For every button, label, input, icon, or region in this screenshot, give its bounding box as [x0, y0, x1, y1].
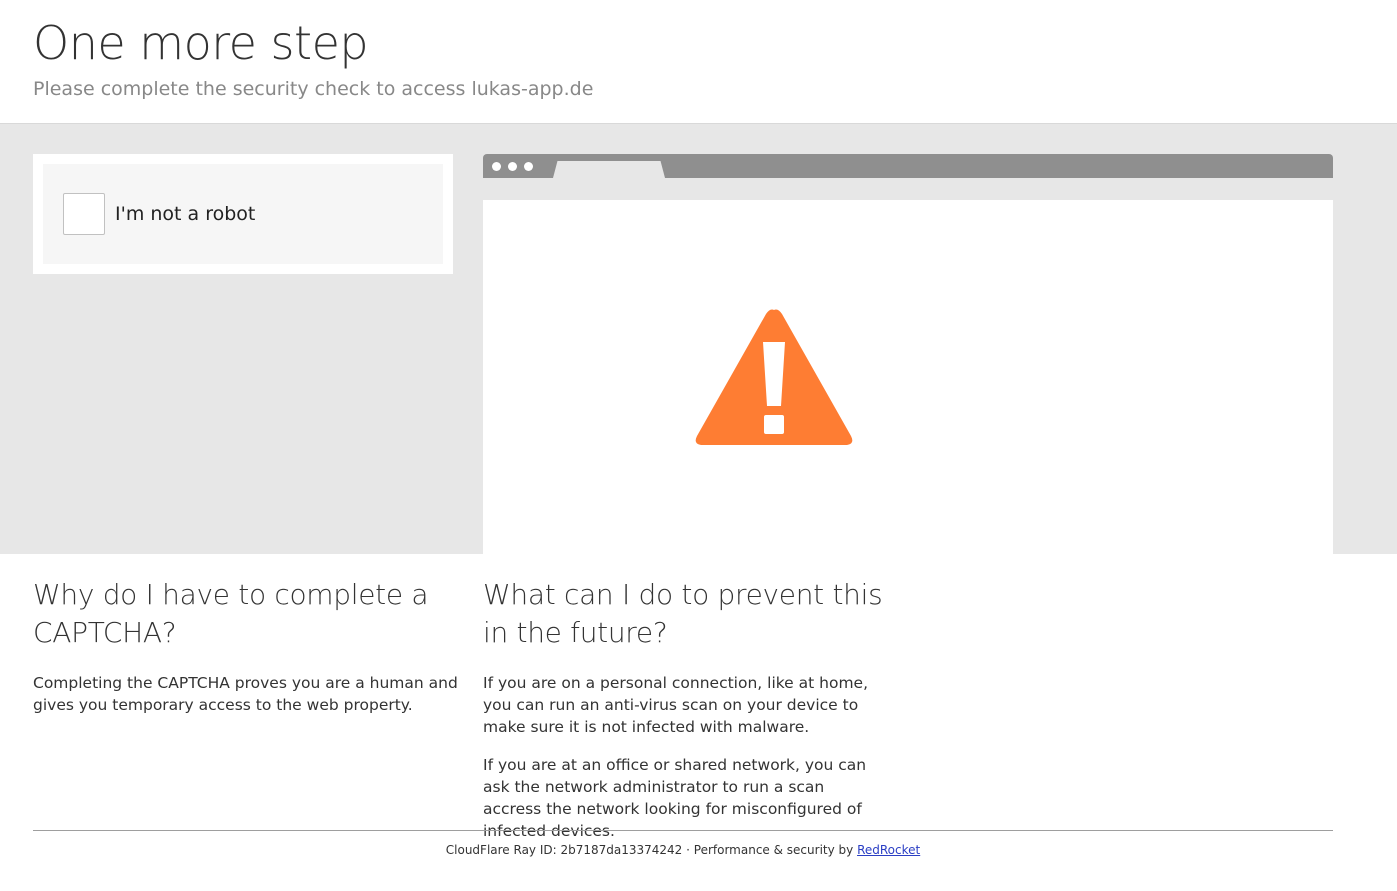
why-heading: Why do I have to complete a CAPTCHA?	[33, 578, 429, 649]
browser-viewport	[483, 200, 1333, 554]
prevent-column: What can I do to prevent this in the fut…	[483, 576, 883, 842]
page-header: One more step Please complete the securi…	[0, 0, 1397, 124]
redrocket-link[interactable]: RedRocket	[857, 843, 920, 857]
info-section: Why do I have to complete a CAPTCHA? Com…	[0, 554, 1397, 840]
browser-toolbar	[483, 178, 1333, 200]
footer-divider	[33, 830, 1333, 831]
challenge-band: I'm not a robot	[0, 124, 1397, 554]
why-paragraph: Completing the CAPTCHA proves you are a …	[33, 674, 458, 714]
captcha-label: I'm not a robot	[115, 203, 256, 225]
captcha-checkbox[interactable]	[63, 193, 105, 235]
browser-dot-icon	[508, 162, 517, 171]
footer-ray-text: CloudFlare Ray ID: 2b7187da13374242 · Pe…	[445, 843, 858, 857]
browser-title-bar	[483, 154, 1333, 178]
prevent-paragraph-office: If you are at an office or shared networ…	[483, 756, 867, 840]
page-subtitle: Please complete the security check to ac…	[33, 78, 594, 100]
why-column: Why do I have to complete a CAPTCHA? Com…	[33, 576, 473, 716]
footer: CloudFlare Ray ID: 2b7187da13374242 · Pe…	[0, 843, 1366, 857]
browser-tab	[553, 161, 665, 178]
page-title: One more step	[33, 16, 369, 70]
captcha-widget: I'm not a robot	[33, 154, 453, 274]
browser-illustration	[483, 154, 1333, 554]
browser-dot-icon	[524, 162, 533, 171]
browser-dot-icon	[492, 162, 501, 171]
warning-triangle-icon	[695, 309, 853, 445]
prevent-heading: What can I do to prevent this in the fut…	[483, 578, 883, 649]
captcha-inner: I'm not a robot	[43, 164, 443, 264]
prevent-paragraph-home: If you are on a personal connection, lik…	[483, 674, 869, 736]
